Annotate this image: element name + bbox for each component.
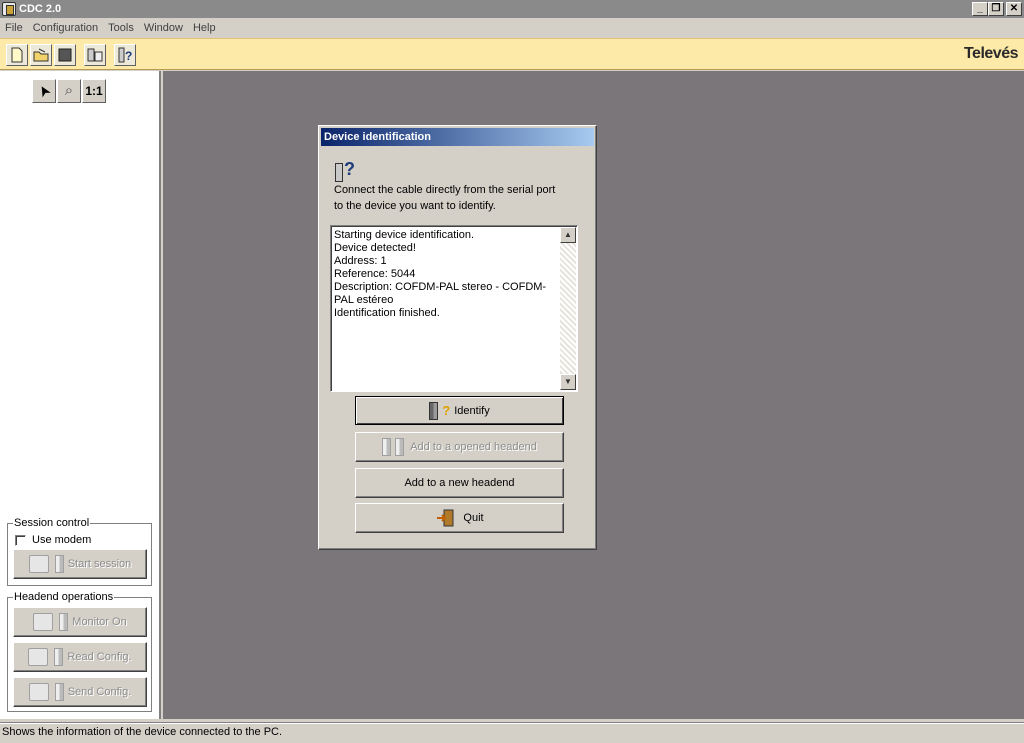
new-document-button[interactable]	[6, 44, 28, 66]
menu-bar: File Configuration Tools Window Help	[0, 18, 1024, 38]
open-folder-icon	[33, 48, 49, 62]
menu-help[interactable]: Help	[188, 22, 221, 34]
headend-operations-legend: Headend operations	[14, 591, 114, 603]
dialog-instruction-line1: Connect the cable directly from the seri…	[334, 184, 556, 196]
identify-label: Identify	[454, 404, 490, 417]
device-identification-dialog: Device identification ? Connect the cabl…	[318, 125, 597, 550]
window-title: CDC 2.0	[19, 3, 62, 15]
status-bar: Shows the information of the device conn…	[0, 722, 1024, 741]
dialog-instruction-line2: to the device you want to identify.	[334, 200, 496, 212]
device-icon	[54, 555, 64, 573]
add-to-opened-headend-button[interactable]: Add to a opened headend	[355, 432, 564, 462]
question-icon: ?	[442, 403, 451, 418]
app-icon	[2, 2, 16, 16]
session-control-legend: Session control	[14, 517, 90, 529]
add-to-new-headend-button[interactable]: Add to a new headend	[355, 468, 564, 498]
device-icon	[59, 613, 69, 631]
device-list-button[interactable]	[84, 44, 106, 66]
zoom-tool-button[interactable]: ⌕	[57, 79, 81, 103]
quit-button[interactable]: Quit	[355, 503, 564, 533]
device-identify-icon: ?	[118, 47, 132, 63]
left-panel: ➤ ⌕ 1:1 Session control Use modem Start …	[0, 71, 161, 719]
start-session-label: Start session	[67, 558, 132, 570]
quit-label: Quit	[463, 512, 484, 524]
device-icon	[54, 648, 64, 666]
menu-file[interactable]: File	[0, 22, 28, 34]
identification-log[interactable]: Starting device identification. Device d…	[330, 225, 578, 392]
stop-button[interactable]	[54, 44, 76, 66]
close-button[interactable]: ✕	[1006, 2, 1022, 16]
send-config-button[interactable]: Send Config.	[13, 677, 147, 707]
device-icon	[395, 438, 405, 456]
stop-icon	[58, 48, 72, 62]
minimize-button[interactable]: _	[972, 2, 988, 16]
identification-log-text: Starting device identification. Device d…	[334, 229, 547, 319]
restore-button[interactable]: ❐	[988, 2, 1004, 16]
device-icon	[429, 401, 439, 420]
magnifier-icon: ⌕	[64, 82, 74, 99]
add-new-label: Add to a new headend	[404, 477, 515, 489]
log-scrollbar[interactable]: ▲ ▼	[560, 227, 576, 390]
scroll-down-button[interactable]: ▼	[560, 374, 576, 390]
monitor-on-label: Monitor On	[72, 616, 127, 628]
device-question-icon: ?	[335, 159, 357, 184]
computer-icon	[28, 555, 49, 573]
pointer-icon: ➤	[34, 82, 53, 100]
start-session-button[interactable]: Start session	[13, 549, 147, 579]
svg-text:?: ?	[125, 49, 132, 63]
read-config-button[interactable]: Read Config.	[13, 642, 147, 672]
send-config-label: Send Config.	[67, 686, 132, 698]
monitor-on-button[interactable]: Monitor On	[13, 607, 147, 637]
televes-logo: Televés	[963, 45, 1019, 62]
device-identify-button[interactable]: ?	[114, 44, 136, 66]
read-config-label: Read Config.	[67, 651, 132, 663]
pointer-tool-button[interactable]: ➤	[32, 79, 56, 103]
computer-icon	[28, 683, 49, 701]
menu-configuration[interactable]: Configuration	[28, 22, 103, 34]
new-document-icon	[11, 47, 23, 63]
use-modem-label: Use modem	[32, 534, 92, 546]
identify-button[interactable]: ? Identify	[355, 396, 564, 425]
device-list-icon	[87, 48, 103, 62]
actual-size-button[interactable]: 1:1	[82, 79, 106, 103]
computer-icon	[28, 648, 49, 666]
scroll-up-button[interactable]: ▲	[560, 227, 576, 243]
exit-door-icon	[437, 509, 454, 527]
use-modem-checkbox[interactable]: Use modem	[15, 534, 91, 546]
add-opened-label: Add to a opened headend	[410, 441, 537, 453]
toolbar: ? Televés	[0, 38, 1024, 70]
title-bar: CDC 2.0 _ ❐ ✕	[0, 0, 1024, 18]
device-icon	[54, 683, 64, 701]
menu-tools[interactable]: Tools	[103, 22, 139, 34]
open-button[interactable]	[30, 44, 52, 66]
use-modem-checkbox-box[interactable]	[15, 534, 26, 546]
computer-icon	[33, 613, 54, 631]
menu-window[interactable]: Window	[139, 22, 188, 34]
dialog-title: Device identification	[321, 128, 594, 146]
headend-icon	[382, 438, 392, 456]
